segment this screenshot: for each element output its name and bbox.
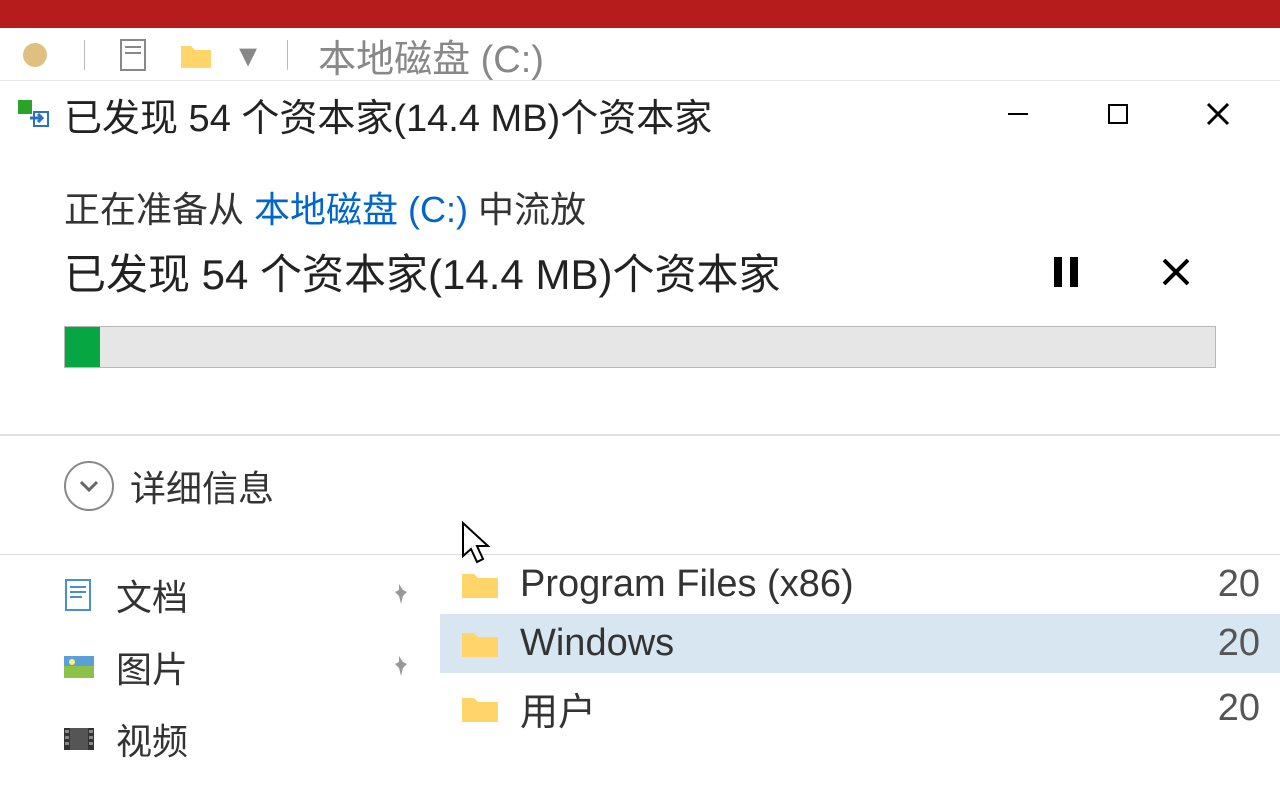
pin-icon [386, 646, 412, 688]
app-icon [16, 36, 54, 74]
file-row[interactable]: 用户 20 [440, 673, 1280, 744]
explorer-content: 文档 图片 视频 Program Files (x86) 20 [0, 554, 1280, 800]
pause-button[interactable] [1026, 247, 1106, 297]
file-date: 20 [1218, 563, 1260, 606]
file-name: Windows [520, 622, 1218, 665]
prepare-prefix: 正在准备从 [64, 189, 254, 230]
close-button[interactable] [1168, 91, 1268, 137]
properties-icon[interactable] [115, 36, 153, 74]
details-toggle[interactable]: 详细信息 [0, 436, 1280, 548]
explorer-toolbar: ▾ 本地磁盘 (C:) [0, 30, 1280, 80]
file-date: 20 [1218, 622, 1260, 665]
cancel-button[interactable] [1136, 247, 1216, 297]
file-row[interactable]: Windows 20 [440, 614, 1280, 673]
dialog-title: 已发现 54 个资本家(14.4 MB)个资本家 [64, 87, 968, 142]
location-title: 本地磁盘 (C:) [318, 28, 544, 83]
minimize-button[interactable] [968, 91, 1068, 137]
progress-fill [65, 327, 100, 367]
progress-bar [64, 326, 1216, 368]
copy-dialog: 已发现 54 个资本家(14.4 MB)个资本家 正在准备从 本地磁盘 (C:)… [0, 80, 1280, 548]
file-name: 用户 [520, 681, 1218, 736]
toolbar-separator [84, 40, 85, 70]
found-row: 已发现 54 个资本家(14.4 MB)个资本家 [64, 241, 1216, 302]
sidebar-item-label: 图片 [116, 641, 188, 693]
details-label: 详细信息 [130, 460, 274, 512]
file-date: 20 [1218, 687, 1260, 730]
transfer-icon [16, 98, 52, 130]
file-row[interactable]: Program Files (x86) 20 [440, 555, 1280, 614]
toolbar-separator-2 [287, 40, 288, 70]
sidebar-item-label: 文档 [116, 569, 188, 621]
toolbar-overflow[interactable]: ▾ [239, 34, 257, 76]
prepare-text: 正在准备从 本地磁盘 (C:) 中流放 [64, 181, 1216, 233]
file-name: Program Files (x86) [520, 563, 1218, 606]
sidebar-item-videos[interactable]: 视频 [0, 703, 440, 775]
source-link[interactable]: 本地磁盘 (C:) [254, 189, 468, 230]
top-banner [0, 0, 1280, 28]
maximize-button[interactable] [1068, 91, 1168, 137]
pin-icon [386, 574, 412, 616]
document-icon [60, 576, 98, 614]
sidebar: 文档 图片 视频 [0, 555, 440, 800]
dialog-body: 正在准备从 本地磁盘 (C:) 中流放 已发现 54 个资本家(14.4 MB)… [0, 141, 1280, 388]
prepare-suffix: 中流放 [468, 189, 586, 230]
dialog-titlebar: 已发现 54 个资本家(14.4 MB)个资本家 [0, 81, 1280, 141]
sidebar-item-pictures[interactable]: 图片 [0, 631, 440, 703]
sidebar-item-documents[interactable]: 文档 [0, 559, 440, 631]
folder-icon [460, 627, 500, 661]
sidebar-item-label: 视频 [116, 713, 188, 765]
folder-icon [460, 692, 500, 726]
file-list: Program Files (x86) 20 Windows 20 用户 20 [440, 555, 1280, 800]
found-text: 已发现 54 个资本家(14.4 MB)个资本家 [64, 241, 996, 302]
video-icon [60, 720, 98, 758]
picture-icon [60, 648, 98, 686]
folder-toolbar-icon[interactable] [177, 36, 215, 74]
chevron-down-icon [64, 461, 114, 511]
folder-icon [460, 568, 500, 602]
